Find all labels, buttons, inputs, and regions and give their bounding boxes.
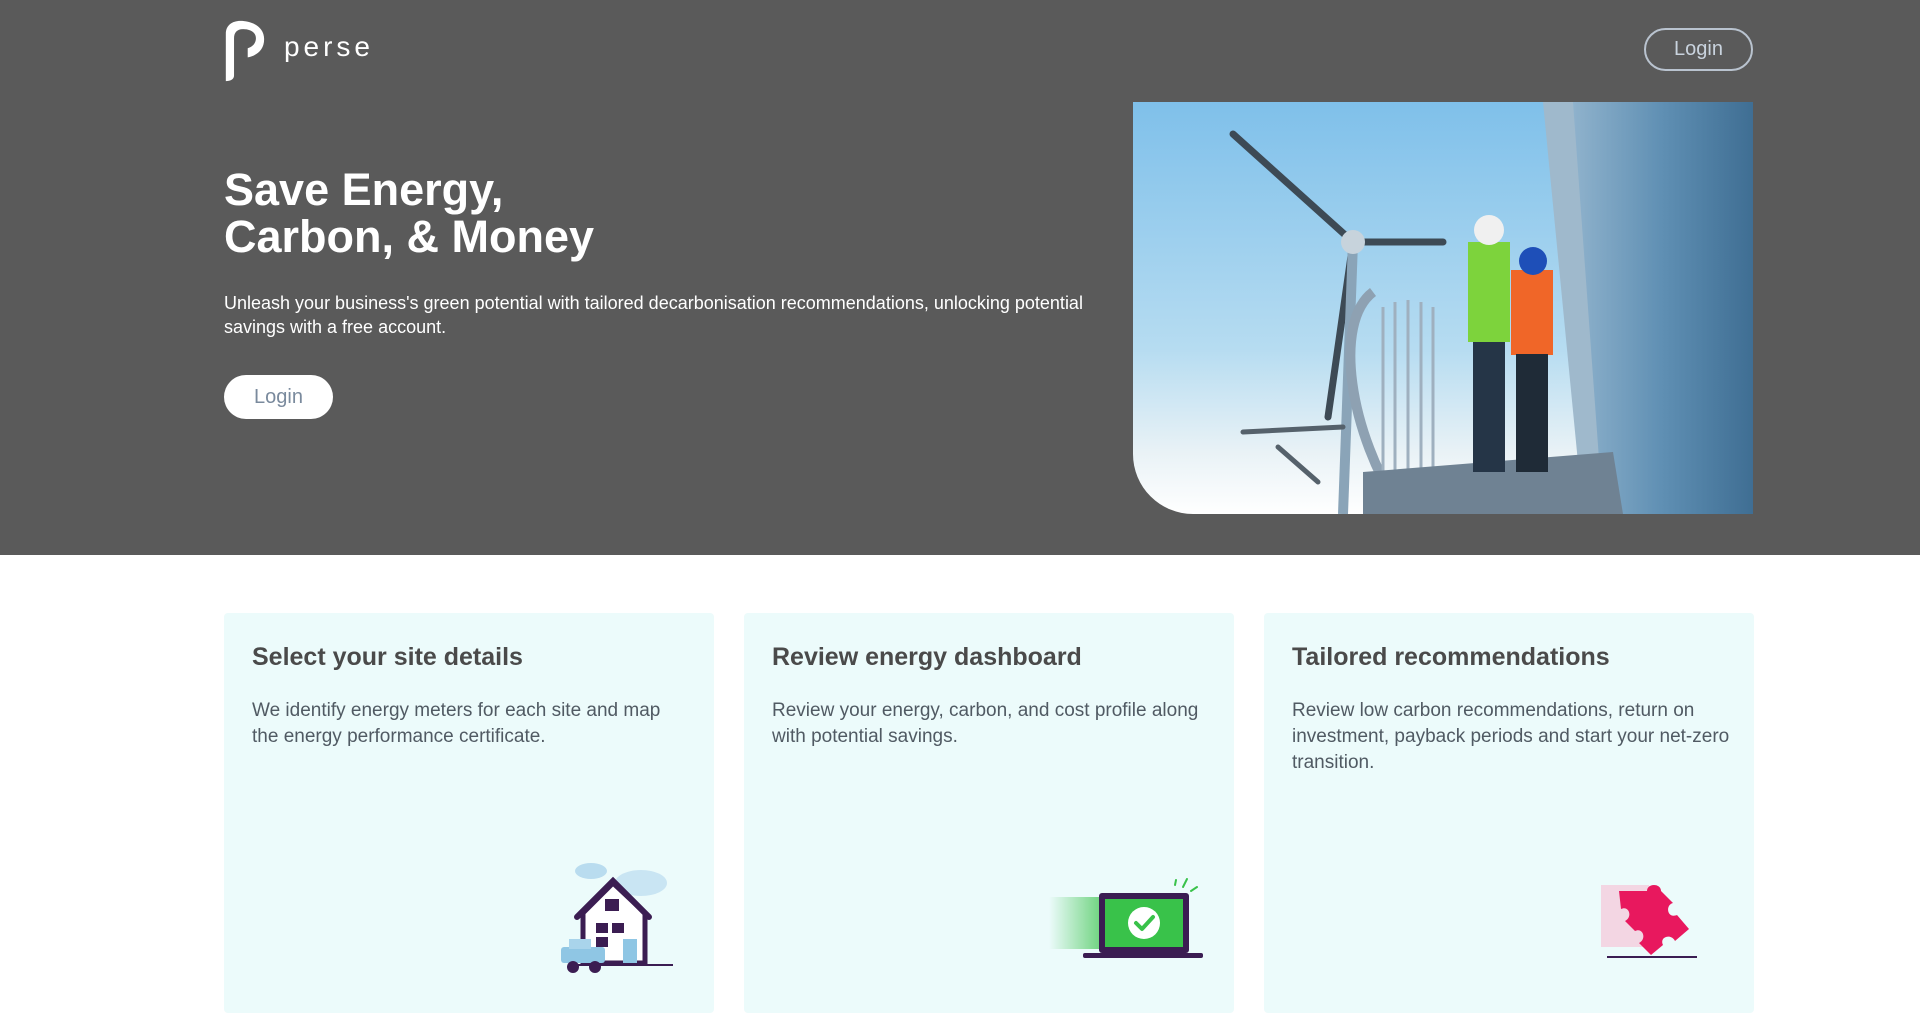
card-energy-dashboard: Review energy dashboard Review your ener… [744,613,1234,1013]
puzzle-piece-icon [1601,885,1697,958]
hero-title-line-1: Save Energy, [224,164,504,215]
laptop-check-icon [1049,878,1203,958]
hero-section: perse Login Save Energy, Carbon, & Money… [0,0,1920,555]
card-recommendations: Tailored recommendations Review low carb… [1264,613,1754,1013]
card-text: Review your energy, carbon, and cost pro… [772,700,1199,747]
hero-title: Save Energy, Carbon, & Money [224,166,1104,260]
wind-turbine-workers-photo [1133,102,1753,514]
logo-text: perse [283,31,374,62]
perse-logo[interactable]: perse [224,18,374,84]
header-login-button[interactable]: Login [1644,28,1753,71]
card-title: Review energy dashboard [772,643,1082,671]
perse-logo-mark-icon [225,20,265,82]
card-site-details: Select your site details We identify ene… [224,613,714,1013]
card-title: Select your site details [252,643,523,671]
hero-description: Unleash your business's green potential … [224,293,1083,337]
house-icon [561,863,673,973]
card-title: Tailored recommendations [1292,643,1610,671]
hero-login-button[interactable]: Login [224,375,333,419]
features-section: Select your site details We identify ene… [224,613,1754,1013]
card-text: Review low carbon recommendations, retur… [1292,700,1730,773]
hero-image [1133,102,1753,514]
hero-title-line-2: Carbon, & Money [224,211,595,262]
card-text: We identify energy meters for each site … [252,700,661,747]
